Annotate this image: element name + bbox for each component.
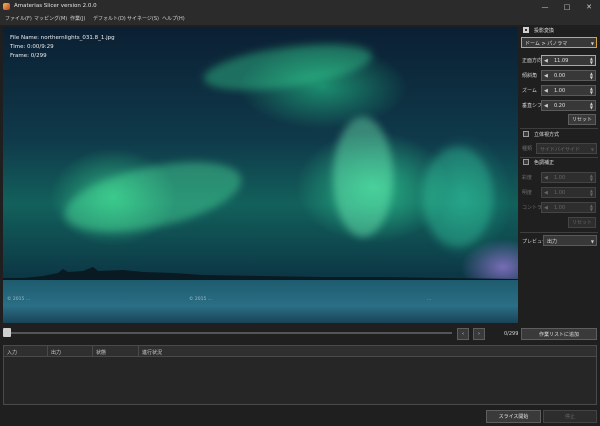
tilt-label: 傾斜角 — [522, 73, 538, 79]
job-table[interactable]: 入力 出力 状態 進行状況 — [3, 345, 597, 405]
brightness-value: 1.00 — [554, 190, 566, 196]
app-logo-icon — [3, 3, 10, 10]
column-input[interactable]: 入力 — [7, 349, 17, 356]
decrement-icon[interactable]: ◀ — [544, 58, 548, 64]
decrement-icon[interactable]: ◀ — [544, 103, 548, 109]
menu-signage[interactable]: サイネージ(S) — [127, 15, 159, 22]
vshift-value: 0.20 — [554, 103, 566, 109]
increment-icon[interactable]: ▲ ▼ — [590, 204, 593, 212]
stereo-checkbox[interactable] — [523, 131, 529, 137]
column-separator[interactable] — [138, 346, 139, 357]
file-name-text: File Name: northernlights_031.8_1.jpg — [10, 35, 115, 41]
menu-job[interactable]: 作業(J) — [70, 15, 85, 22]
stereo-label: 立体視方式 — [534, 132, 560, 138]
tilt-value: 0.00 — [554, 73, 566, 79]
window-title: Amaterias Slicer version 2.0.0 — [14, 3, 97, 9]
yaw-stepper[interactable]: ◀ 11.09 ▲ ▼ — [541, 55, 596, 66]
treeline — [3, 267, 518, 281]
column-separator[interactable] — [47, 346, 48, 357]
color-label: 色調補正 — [534, 160, 555, 166]
watermark-center: © 2015 ... — [189, 297, 213, 302]
menu-default[interactable]: デフォルト(D) — [93, 15, 126, 22]
column-progress[interactable]: 進行状況 — [142, 349, 162, 356]
decrement-icon[interactable]: ◀ — [544, 205, 548, 211]
increment-icon[interactable]: ▲ ▼ — [590, 72, 593, 80]
chevron-left-icon[interactable]: ‹ — [457, 328, 469, 340]
projection-mode-value: ドーム > パノラマ — [525, 41, 568, 47]
watermark-right: ... — [427, 297, 432, 302]
saturation-label: 彩度 — [522, 175, 533, 181]
divider — [520, 232, 598, 233]
projection-reset-button[interactable]: リセット — [568, 114, 596, 125]
decrement-icon[interactable]: ◀ — [544, 175, 548, 181]
yaw-label: 正面方向 — [522, 58, 543, 64]
stereo-type-label: 種類 — [522, 146, 533, 152]
preview-select-value: 出力 — [547, 239, 558, 245]
job-table-header: 入力 出力 状態 進行状況 — [4, 346, 596, 357]
maximize-icon[interactable]: □ — [556, 0, 578, 13]
tilt-stepper[interactable]: ◀ 0.00 ▲ ▼ — [541, 70, 596, 81]
menu-file[interactable]: ファイル(F) — [5, 15, 32, 22]
brightness-label: 明度 — [522, 190, 533, 196]
stop-button[interactable]: 停止 — [543, 410, 597, 423]
time-text: Time: 0:00/9:29 — [10, 44, 54, 50]
yaw-value: 11.09 — [554, 58, 569, 64]
frame-slider-track[interactable] — [10, 332, 452, 334]
increment-icon[interactable]: ▲ ▼ — [590, 57, 593, 65]
chevron-down-icon: ▼ — [590, 147, 594, 152]
menu-bar: ファイル(F) マッピング(M) 作業(J) デフォルト(D) サイネージ(S)… — [0, 13, 600, 25]
saturation-stepper[interactable]: ◀ 1.00 ▲ ▼ — [541, 172, 596, 183]
saturation-value: 1.00 — [554, 175, 566, 181]
watermark-left: © 2015 ... — [7, 297, 31, 302]
divider — [520, 128, 598, 129]
close-icon[interactable]: ✕ — [578, 0, 600, 13]
decrement-icon[interactable]: ◀ — [544, 88, 548, 94]
start-slice-button[interactable]: スライス開始 — [486, 410, 541, 423]
projection-checkbox[interactable] — [523, 27, 529, 33]
title-bar: Amaterias Slicer version 2.0.0 — □ ✕ — [0, 0, 600, 13]
stereo-type-select[interactable]: サイドバイサイド ▼ — [536, 143, 597, 154]
minimize-icon[interactable]: — — [534, 0, 556, 13]
divider — [520, 157, 598, 158]
frame-text: Frame: 0/299 — [10, 53, 47, 59]
chevron-down-icon: ▼ — [590, 239, 594, 244]
column-status[interactable]: 状態 — [96, 349, 106, 356]
frame-counter: 0/299 — [504, 331, 519, 337]
chevron-right-icon[interactable]: › — [473, 328, 485, 340]
increment-icon[interactable]: ▲ ▼ — [590, 87, 593, 95]
zoom-label: ズーム — [522, 88, 537, 94]
column-output[interactable]: 出力 — [51, 349, 61, 356]
color-reset-button[interactable]: リセット — [568, 217, 596, 228]
color-checkbox[interactable] — [523, 159, 529, 165]
brightness-stepper[interactable]: ◀ 1.00 ▲ ▼ — [541, 187, 596, 198]
vshift-stepper[interactable]: ◀ 0.20 ▲ ▼ — [541, 100, 596, 111]
aurora-image — [3, 27, 518, 280]
preview-viewport[interactable]: File Name: northernlights_031.8_1.jpg Ti… — [3, 27, 518, 323]
zoom-stepper[interactable]: ◀ 1.00 ▲ ▼ — [541, 85, 596, 96]
increment-icon[interactable]: ▲ ▼ — [590, 189, 593, 197]
contrast-stepper[interactable]: ◀ 1.00 ▲ ▼ — [541, 202, 596, 213]
increment-icon[interactable]: ▲ ▼ — [590, 174, 593, 182]
decrement-icon[interactable]: ◀ — [544, 190, 548, 196]
increment-icon[interactable]: ▲ ▼ — [590, 102, 593, 110]
decrement-icon[interactable]: ◀ — [544, 73, 548, 79]
chevron-down-icon: ▼ — [590, 41, 594, 46]
frame-slider-handle[interactable] — [3, 328, 11, 337]
preview-select[interactable]: 出力 ▼ — [543, 235, 597, 246]
snow-ground — [3, 280, 518, 323]
stereo-type-value: サイドバイサイド — [540, 147, 581, 153]
contrast-value: 1.00 — [554, 205, 566, 211]
projection-label: 投影変換 — [534, 28, 555, 34]
menu-help[interactable]: ヘルプ(H) — [162, 15, 185, 22]
add-to-joblist-button[interactable]: 作業リストに追加 — [521, 328, 597, 340]
zoom-value: 1.00 — [554, 88, 566, 94]
column-separator[interactable] — [92, 346, 93, 357]
menu-mapping[interactable]: マッピング(M) — [34, 15, 67, 22]
projection-mode-select[interactable]: ドーム > パノラマ ▼ — [521, 37, 597, 48]
